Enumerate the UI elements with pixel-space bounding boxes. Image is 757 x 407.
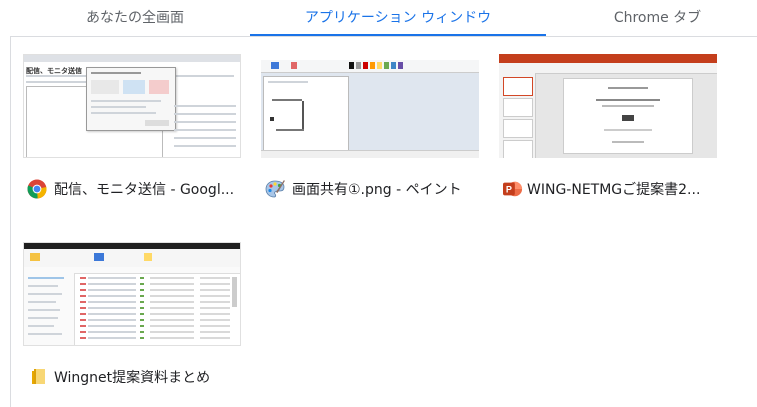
window-title: 画面共有①.png - ペイント	[292, 182, 462, 198]
window-item-paint[interactable]: 画面共有①.png - ペイント	[259, 37, 484, 217]
tab-chrome-tab-label: Chrome タブ	[613, 10, 702, 26]
paint-palette-icon	[265, 179, 285, 199]
folder-icon	[27, 367, 47, 387]
window-label: P WING-NETMGご提案書2...	[503, 178, 728, 200]
window-label: 画面共有①.png - ペイント	[265, 178, 490, 200]
window-label: 配信、モニタ送信 - Googl...	[27, 178, 252, 200]
tab-chrome-tab[interactable]: Chrome タブ	[560, 0, 755, 36]
window-picker-panel: 配信、モニタ送信 配信、モニタ送信 - Googl... 画面共有①.png -…	[10, 37, 757, 407]
powerpoint-icon: P	[503, 179, 523, 199]
window-thumbnail	[499, 54, 717, 158]
chrome-icon	[27, 179, 47, 199]
window-title: 配信、モニタ送信 - Googl...	[54, 182, 235, 198]
window-title: Wingnet提案資料まとめ	[54, 370, 211, 386]
window-item-powerpoint[interactable]: P WING-NETMGご提案書2...	[497, 37, 722, 217]
tab-application-window[interactable]: アプリケーション ウィンドウ	[250, 0, 546, 37]
svg-text:P: P	[506, 185, 512, 195]
tab-entire-screen-label: あなたの全画面	[86, 10, 184, 26]
window-thumbnail: 配信、モニタ送信	[23, 54, 241, 158]
window-thumbnail	[261, 54, 479, 158]
window-thumbnail	[23, 242, 241, 346]
source-tabs: あなたの全画面 アプリケーション ウィンドウ Chrome タブ	[0, 0, 757, 38]
tab-application-window-label: アプリケーション ウィンドウ	[304, 10, 492, 26]
window-item-folder[interactable]: Wingnet提案資料まとめ	[21, 225, 246, 405]
window-label: Wingnet提案資料まとめ	[27, 366, 252, 388]
window-item-chrome[interactable]: 配信、モニタ送信 配信、モニタ送信 - Googl...	[21, 37, 246, 217]
window-title: WING-NETMGご提案書2...	[527, 182, 701, 198]
tab-entire-screen[interactable]: あなたの全画面	[30, 0, 240, 36]
